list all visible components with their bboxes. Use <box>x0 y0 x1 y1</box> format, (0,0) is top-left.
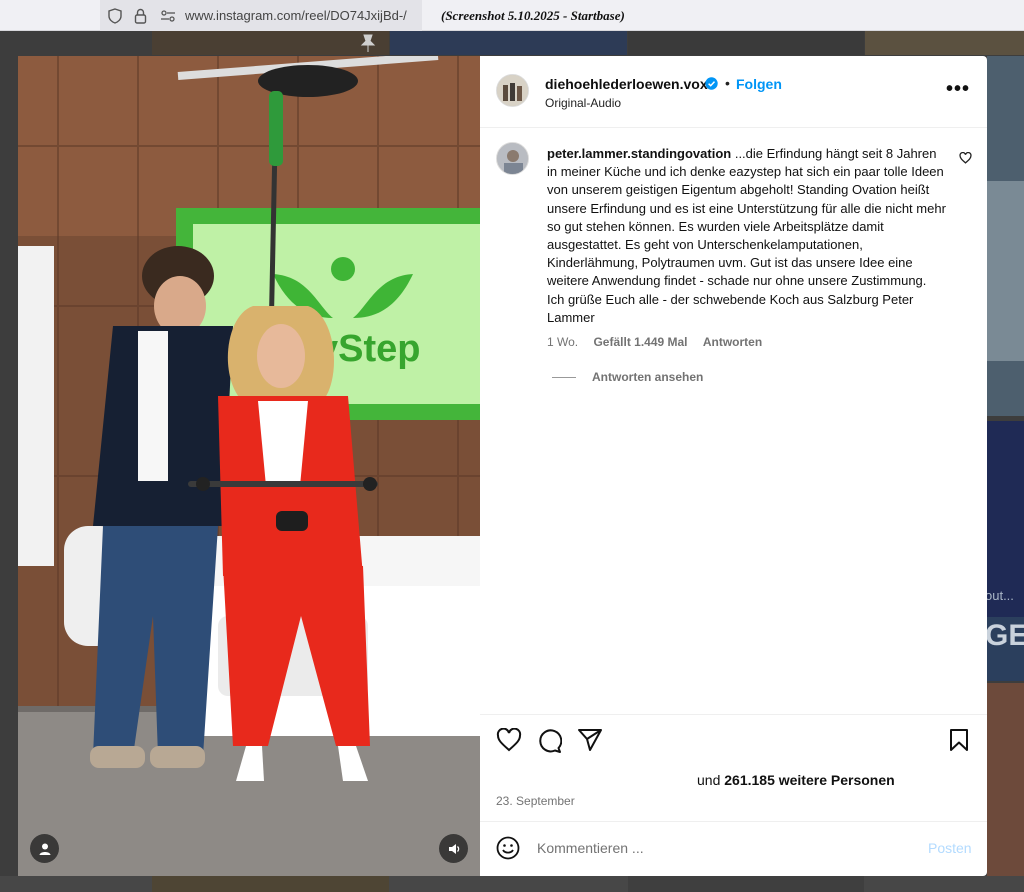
screenshot-annotation: (Screenshot 5.10.2025 - Startbase) <box>441 8 625 23</box>
lock-icon[interactable] <box>134 8 147 24</box>
avatar-image <box>497 143 528 174</box>
permissions-icon[interactable] <box>160 8 176 24</box>
bg-partial-text: out... <box>985 588 1014 603</box>
pin-icon <box>360 34 376 52</box>
audio-toggle-button[interactable] <box>439 834 468 863</box>
speaker-icon <box>448 843 459 854</box>
comment-input[interactable]: Kommentieren ... <box>537 840 644 856</box>
comment-like-icon[interactable] <box>959 152 972 164</box>
shield-icon[interactable] <box>108 8 122 24</box>
post-comment-button[interactable]: Posten <box>928 840 972 856</box>
comment-meta: 1 Wo. Gefällt 1.449 Mal Antworten <box>547 335 774 349</box>
user-icon <box>39 843 50 855</box>
bg-tile <box>987 181 1024 361</box>
follow-button[interactable]: Folgen <box>736 76 782 92</box>
save-bookmark-icon[interactable] <box>948 728 970 752</box>
post-detail-panel: diehoehlederloewen.vox • Folgen Original… <box>480 56 987 876</box>
reel-video[interactable]: zyStep <box>18 56 480 876</box>
url-text[interactable]: www.instagram.com/reel/DO74JxijBd-/ <box>185 8 407 23</box>
bg-tile <box>987 683 1024 892</box>
avatar-image <box>497 75 528 106</box>
separator-dot: • <box>725 75 730 91</box>
user-tag-button[interactable] <box>30 834 59 863</box>
video-frame: zyStep <box>18 56 480 876</box>
post-header: diehoehlederloewen.vox • Folgen Original… <box>480 56 987 128</box>
author-username[interactable]: diehoehlederloewen.vox <box>545 76 708 92</box>
post-date: 23. September <box>496 794 575 808</box>
audio-label[interactable]: Original-Audio <box>545 96 621 110</box>
likes-summary[interactable]: und 261.185 weitere Personen <box>697 772 895 788</box>
bg-tile <box>628 31 864 55</box>
reply-button[interactable]: Antworten <box>703 335 762 349</box>
likes-count[interactable]: 261.185 weitere Personen <box>724 772 894 788</box>
view-replies-label: Antworten ansehen <box>592 370 704 384</box>
view-replies-button[interactable]: Antworten ansehen <box>552 370 703 384</box>
author-avatar[interactable] <box>496 74 529 107</box>
more-options-button[interactable]: ••• <box>946 78 970 101</box>
comment-icon[interactable] <box>536 728 562 754</box>
bg-tile <box>628 876 864 892</box>
comment-divider <box>480 821 987 822</box>
browser-url-bar: www.instagram.com/reel/DO74JxijBd-/ (Scr… <box>0 0 1024 31</box>
likes-prefix: und <box>697 772 725 788</box>
comment-text: ...die Erfindung hängt seit 8 Jahren in … <box>547 146 946 325</box>
comment-body: peter.lammer.standingovation ...die Erfi… <box>547 145 947 327</box>
bg-tile <box>390 31 627 55</box>
actions-divider <box>480 714 987 715</box>
commenter-avatar[interactable] <box>496 142 529 175</box>
like-icon[interactable] <box>496 728 522 752</box>
share-icon[interactable] <box>577 728 603 752</box>
replies-line <box>552 377 576 379</box>
comment-likes[interactable]: Gefällt 1.449 Mal <box>593 335 687 349</box>
bg-tile <box>865 31 1024 55</box>
bg-partial-text: GE <box>985 619 1024 652</box>
verified-badge-icon <box>705 77 718 90</box>
comment-age: 1 Wo. <box>547 335 579 349</box>
bg-tile <box>152 876 389 892</box>
bg-tile <box>152 31 389 55</box>
emoji-icon[interactable] <box>496 836 520 860</box>
commenter-username[interactable]: peter.lammer.standingovation <box>547 146 731 161</box>
